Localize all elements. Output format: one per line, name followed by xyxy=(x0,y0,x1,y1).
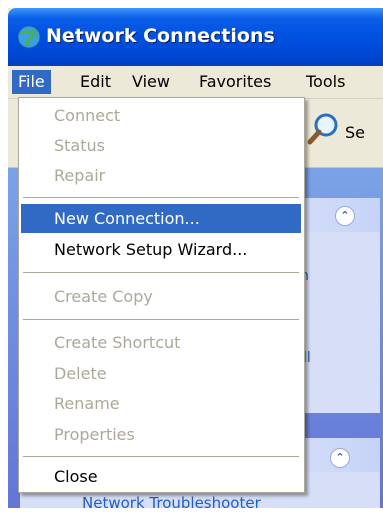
collapse-chevron-icon-2[interactable]: ⌃ xyxy=(330,448,350,468)
menu-item-repair[interactable]: Repair xyxy=(21,161,301,190)
window-title: Network Connections xyxy=(46,25,275,47)
menu-separator xyxy=(23,197,299,198)
menu-bar: File Edit View Favorites Tools xyxy=(8,66,383,99)
menu-item-properties[interactable]: Properties xyxy=(21,420,301,449)
network-troubleshooter-link[interactable]: Network Troubleshooter xyxy=(82,494,261,512)
menu-item-new-connection[interactable]: New Connection... xyxy=(21,204,301,233)
menu-item-delete[interactable]: Delete xyxy=(21,359,301,388)
title-bar[interactable]: Network Connections xyxy=(8,8,383,66)
menu-item-create-copy[interactable]: Create Copy xyxy=(21,282,301,311)
menu-favorites[interactable]: Favorites xyxy=(193,70,277,94)
menu-item-rename[interactable]: Rename xyxy=(21,389,301,418)
menu-item-status[interactable]: Status xyxy=(21,131,301,160)
search-button-label[interactable]: Se xyxy=(345,123,365,142)
menu-separator xyxy=(23,456,299,457)
menu-separator xyxy=(23,319,299,320)
file-menu-dropdown: Connect Status Repair New Connection... … xyxy=(18,97,305,493)
menu-tools[interactable]: Tools xyxy=(300,70,351,94)
network-globe-icon xyxy=(17,25,41,49)
collapse-chevron-icon[interactable]: ⌃ xyxy=(335,206,355,226)
menu-separator xyxy=(23,272,299,273)
menu-item-close[interactable]: Close xyxy=(21,462,301,491)
menu-view[interactable]: View xyxy=(126,70,176,94)
menu-file[interactable]: File xyxy=(12,70,51,94)
menu-item-network-setup-wizard[interactable]: Network Setup Wizard... xyxy=(21,235,301,264)
menu-item-connect[interactable]: Connect xyxy=(21,101,301,130)
menu-edit[interactable]: Edit xyxy=(74,70,117,94)
menu-item-create-shortcut[interactable]: Create Shortcut xyxy=(21,328,301,357)
search-icon[interactable] xyxy=(306,111,342,147)
